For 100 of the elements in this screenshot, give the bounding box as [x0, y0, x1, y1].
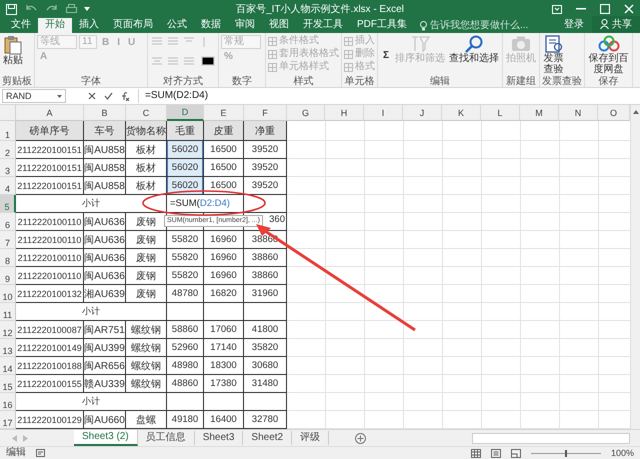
column-header[interactable]: C	[126, 105, 167, 121]
editing-cell[interactable]: =SUM(D2:D4)	[167, 195, 244, 213]
group-label: 保存	[598, 76, 620, 87]
ribbon-tab[interactable]: 视图	[262, 18, 296, 33]
ribbon-tab[interactable]: 开始	[38, 18, 72, 33]
row-header[interactable]: 3	[0, 159, 16, 177]
table-cell: 48780	[167, 285, 204, 303]
insert-function-icon[interactable]	[121, 92, 130, 100]
invoice-check-button[interactable]: 发票查验	[542, 35, 566, 75]
row-header[interactable]: 1	[0, 121, 16, 141]
enter-check-icon[interactable]	[104, 92, 113, 100]
share-button[interactable]: 共享	[592, 16, 640, 33]
sign-in-link[interactable]: 登录	[556, 16, 592, 33]
sheet-tab[interactable]: Sheet2	[243, 431, 292, 445]
table-cell: 41800	[244, 321, 287, 339]
row-header[interactable]: 5	[0, 195, 16, 213]
ribbon-tab[interactable]: 插入	[72, 18, 106, 33]
paste-button[interactable]: 粘贴	[2, 35, 24, 66]
tell-me-field[interactable]: 告诉我您想要做什么...	[420, 20, 530, 33]
toolbar-button[interactable]: Σ	[380, 35, 392, 76]
column-header[interactable]: L	[481, 105, 520, 121]
ribbon-tab[interactable]: PDF工具集	[350, 18, 414, 33]
row-header[interactable]: 8	[0, 249, 16, 267]
table-cell: 2112220100087	[16, 321, 84, 339]
ribbon-tab[interactable]: 文件	[4, 18, 38, 33]
column-header[interactable]: O	[598, 105, 630, 121]
table-cell: 52960	[167, 339, 204, 357]
page-layout-icon[interactable]	[490, 448, 501, 458]
sheet-tab[interactable]: 评级	[292, 431, 330, 445]
ribbon-tab[interactable]: 审阅	[228, 18, 262, 33]
row-header[interactable]: 17	[0, 411, 16, 429]
column-header[interactable]: E	[204, 105, 244, 121]
row-header[interactable]: 14	[0, 357, 16, 375]
ribbon-tab[interactable]: 页面布局	[106, 18, 160, 33]
sheet-tab[interactable]: Sheet3	[194, 431, 244, 445]
row-header[interactable]: 15	[0, 375, 16, 393]
table-cell: 小计	[16, 195, 167, 213]
sort-filter-icon	[410, 35, 430, 53]
table-cell: 螺纹钢	[126, 321, 167, 339]
column-header[interactable]: D	[167, 105, 204, 121]
row-header[interactable]: 7	[0, 231, 16, 249]
column-header[interactable]: N	[559, 105, 598, 121]
table-cell: 废钢	[126, 267, 167, 285]
row-header[interactable]: 10	[0, 285, 16, 303]
table-cell: 2112220100110	[16, 249, 84, 267]
maximize-icon[interactable]	[600, 4, 610, 14]
row-header[interactable]: 11	[0, 303, 16, 321]
table-cell: 闽AU858	[84, 159, 126, 177]
scroll-up-icon[interactable]	[632, 110, 638, 114]
dropdown-caret-icon[interactable]	[84, 7, 90, 11]
page-break-icon[interactable]	[510, 448, 521, 458]
table-cell: 闽AR751	[84, 321, 126, 339]
vertical-scrollbar[interactable]	[630, 105, 640, 429]
save-icon[interactable]	[6, 4, 17, 14]
sheet-tab[interactable]: Sheet3 (2)	[74, 430, 138, 446]
column-header[interactable]: G	[287, 105, 325, 121]
print-icon[interactable]	[66, 4, 77, 14]
zoom-level[interactable]: 100%	[610, 448, 634, 458]
column-header[interactable]: I	[364, 105, 403, 121]
table-cell: 38860	[244, 249, 287, 267]
ribbon-tab[interactable]: 公式	[160, 18, 194, 33]
column-header[interactable]: F	[244, 105, 287, 121]
column-heading-cell: 毛重	[167, 121, 204, 141]
ribbon-display-icon[interactable]	[552, 4, 562, 14]
formula-field[interactable]: =SUM(D2:D4)	[138, 89, 638, 103]
row-header[interactable]: 4	[0, 177, 16, 195]
row-header[interactable]: 12	[0, 321, 16, 339]
macro-record-icon[interactable]	[36, 449, 45, 457]
row-header[interactable]: 13	[0, 339, 16, 357]
column-header[interactable]: M	[520, 105, 559, 121]
name-box[interactable]: RAND	[2, 89, 66, 103]
row-header[interactable]: 16	[0, 393, 16, 411]
column-header[interactable]: A	[16, 105, 84, 121]
find-select-button[interactable]: 查找和选择	[448, 35, 500, 76]
table-cell: 废钢	[126, 249, 167, 267]
minimize-icon[interactable]	[576, 8, 586, 10]
ribbon-tab[interactable]: 开发工具	[296, 18, 350, 33]
table-cell: 闽AU636	[84, 267, 126, 285]
close-icon[interactable]	[624, 4, 634, 14]
row-header[interactable]: 9	[0, 267, 16, 285]
column-header[interactable]: H	[325, 105, 364, 121]
column-header[interactable]: B	[84, 105, 126, 121]
cloud-save-button[interactable]: 保存到百度网盘	[587, 35, 630, 75]
ribbon-tab[interactable]: 数据	[194, 18, 228, 33]
cancel-icon[interactable]	[88, 92, 96, 100]
table-cell: 16960	[204, 231, 244, 249]
horizontal-scrollbar[interactable]	[472, 432, 630, 444]
table-cell: 16960	[204, 249, 244, 267]
zoom-slider-thumb[interactable]	[564, 450, 567, 456]
column-header[interactable]: J	[403, 105, 442, 121]
normal-view-icon[interactable]	[470, 448, 481, 458]
table-cell: 39520	[244, 177, 287, 195]
table-cell: 2112220100151	[16, 141, 84, 159]
add-sheet-icon[interactable]	[355, 432, 366, 444]
row-header[interactable]: 6	[0, 213, 16, 231]
row-header[interactable]: 2	[0, 141, 16, 159]
sheet-tab[interactable]: 员工信息	[138, 431, 195, 445]
table-cell: 废钢	[126, 231, 167, 249]
column-header[interactable]: K	[442, 105, 481, 121]
table-cell: 小计	[16, 393, 167, 411]
